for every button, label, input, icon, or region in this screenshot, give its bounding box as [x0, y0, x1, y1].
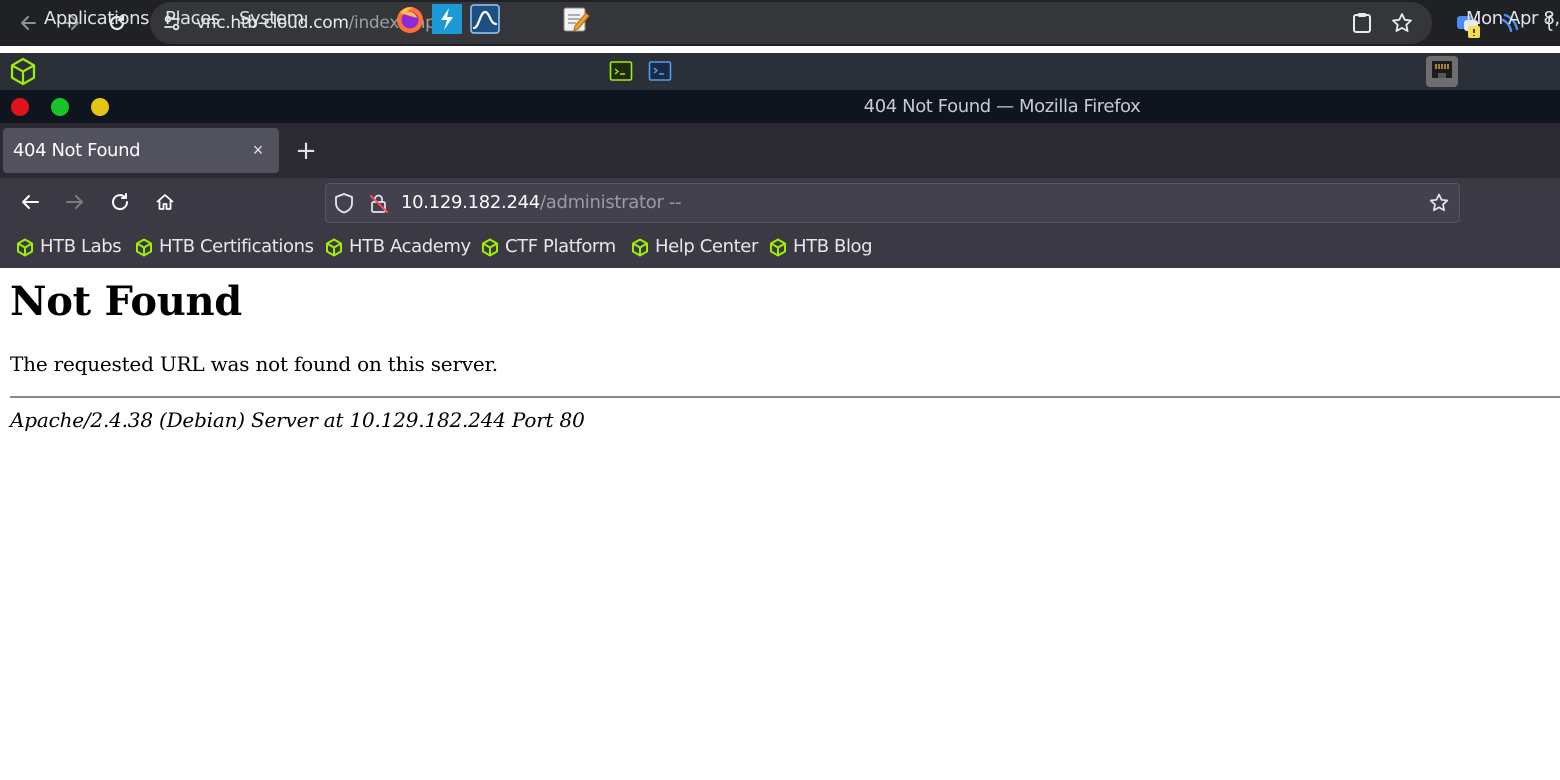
tracking-protection-button[interactable] [333, 192, 355, 214]
bookmark-label: HTB Certifications [159, 236, 314, 257]
star-icon [1392, 13, 1412, 32]
htb-cube-icon [482, 238, 498, 256]
clipboard-button[interactable] [1350, 11, 1374, 35]
star-icon [1429, 193, 1449, 212]
bookmark-label: Help Center [655, 236, 758, 257]
clipboard-icon [1353, 13, 1371, 33]
firefox-icon [397, 7, 423, 33]
text-editor-icon [563, 7, 590, 32]
bookmark-page-button[interactable] [1428, 192, 1450, 214]
network-indicator[interactable] [1426, 56, 1458, 87]
places-menu[interactable]: Places [165, 9, 220, 29]
bookmark-label: HTB Labs [40, 236, 122, 257]
applications-menu[interactable]: Applications [44, 9, 150, 29]
htb-cube-icon [10, 57, 36, 86]
reload-icon [112, 193, 129, 211]
bookmark-htb-labs[interactable]: HTB Labs [16, 236, 122, 258]
htb-cube-icon [17, 238, 33, 256]
burp-suite-launcher[interactable] [432, 4, 462, 34]
desktop-top-panel [0, 53, 1560, 90]
shield-icon [335, 193, 353, 214]
bookmark-htb-certifications[interactable]: HTB Certifications [135, 236, 314, 258]
url-path: /administrator -- [539, 192, 682, 213]
page-title: Not Found [10, 278, 242, 325]
reload-button[interactable] [107, 189, 133, 215]
forward-arrow-icon [66, 195, 83, 209]
wireshark-icon [470, 4, 500, 34]
insecure-lock-icon [370, 194, 388, 213]
bookmark-htb-academy[interactable]: HTB Academy [325, 236, 471, 258]
new-tab-button[interactable]: + [292, 137, 320, 165]
server-signature: Apache/2.4.38 (Debian) Server at 10.129.… [10, 408, 585, 432]
bookmark-ctf-platform[interactable]: CTF Platform [481, 236, 616, 258]
home-icon [156, 194, 174, 210]
home-button[interactable] [152, 189, 178, 215]
htb-cube-icon [770, 238, 786, 256]
tab-close-button[interactable]: × [247, 139, 269, 161]
panel-clock[interactable]: Mon Apr 8, [1466, 9, 1560, 29]
bookmark-star-button[interactable] [1390, 11, 1414, 35]
error-message: The requested URL was not found on this … [10, 352, 498, 376]
bookmark-help-center[interactable]: Help Center [631, 236, 758, 258]
terminal-icon [609, 61, 633, 81]
bookmark-htb-blog[interactable]: HTB Blog [769, 236, 873, 258]
back-arrow-icon [21, 16, 36, 30]
burp-suite-icon [441, 8, 453, 30]
bookmark-label: CTF Platform [505, 236, 616, 257]
powershell-launcher[interactable] [648, 60, 672, 82]
url-text[interactable]: 10.129.182.244/administrator -- [401, 192, 682, 213]
tab-title: 404 Not Found [13, 140, 141, 161]
htb-cube-icon [632, 238, 648, 256]
terminal-launcher[interactable] [609, 60, 633, 82]
bookmark-label: HTB Blog [793, 236, 873, 257]
divider [10, 396, 1560, 398]
window-title: 404 Not Found — Mozilla Firefox [863, 96, 1141, 117]
text-editor-launcher[interactable] [560, 4, 590, 34]
powershell-icon [648, 61, 672, 81]
htb-cube-icon [326, 238, 342, 256]
forward-button[interactable] [62, 189, 88, 215]
chrome-back-button[interactable] [13, 8, 43, 38]
page-content [0, 268, 1560, 780]
applications-menu-logo[interactable] [9, 57, 37, 86]
url-host: 10.129.182.244 [401, 192, 540, 213]
firefox-launcher[interactable] [395, 4, 425, 34]
back-button[interactable] [17, 189, 43, 215]
system-menu[interactable]: System [239, 9, 304, 29]
back-arrow-icon [22, 195, 39, 209]
bookmark-label: HTB Academy [349, 236, 471, 257]
htb-cube-icon [136, 238, 152, 256]
wireshark-launcher[interactable] [470, 4, 500, 34]
network-wired-icon [1432, 61, 1452, 78]
connection-insecure-button[interactable] [368, 192, 390, 214]
